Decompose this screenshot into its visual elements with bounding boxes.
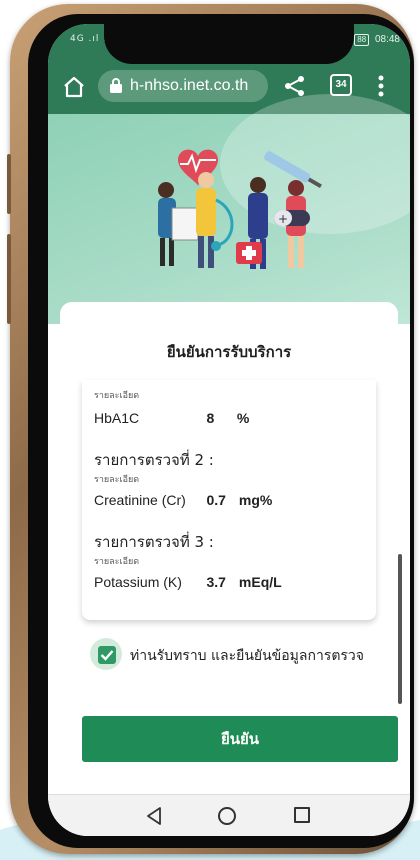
android-nav-bar [48,794,410,836]
service-confirmation-card: ยืนยันการรับบริการ รายละเอียด HbA1C 8 % … [60,302,398,812]
test-row-potassium: Potassium (K) 3.7 mEq/L [94,574,282,591]
test-value: 0.7 [206,492,226,508]
volume-button-2 [7,234,11,324]
detail-label: รายละเอียด [94,391,140,401]
consent-label: ท่านรับทราบ และยืนยันข้อมูลการตรวจ [130,648,365,664]
test-details-panel[interactable]: รายละเอียด HbA1C 8 % รายการตรวจที่ 2 : ร… [82,380,376,620]
svg-text:+: + [278,212,288,226]
checkmark-icon [100,650,114,661]
confirm-button[interactable]: ยืนยัน [82,716,398,762]
camera-notch [104,24,354,64]
overflow-menu-icon[interactable] [378,74,384,98]
home-icon[interactable] [62,75,86,99]
test-value: 8 [206,410,215,426]
volume-button [7,154,11,214]
test-value: 3.7 [206,574,226,590]
test-heading-3: รายการตรวจที่ 3 : [94,533,214,551]
page-scrollbar[interactable] [398,554,402,704]
test-name: HbA1C [94,410,140,426]
consent-row[interactable]: ท่านรับทราบ และยืนยันข้อมูลการตรวจ [90,632,390,676]
back-icon[interactable] [146,807,162,825]
test-unit: mg% [238,492,273,508]
phone-screen: 4G .ıl .ıl ᛒ 88 08:48 h-nhso.inet.co.th … [48,24,410,836]
detail-label: รายละเอียด [94,475,140,485]
home-nav-icon[interactable] [218,807,236,825]
test-name: Creatinine (Cr) [94,492,186,508]
url-bar[interactable]: h-nhso.inet.co.th [98,70,268,102]
hero-banner: + [48,94,410,324]
test-unit: mEq/L [238,574,282,590]
test-name: Potassium (K) [94,574,182,590]
test-row-hba1c: HbA1C 8 % [94,410,249,427]
detail-label: รายละเอียด [94,557,140,567]
battery-icon: 88 [354,34,370,46]
recent-apps-icon[interactable] [294,807,310,823]
consent-checkbox[interactable] [90,638,122,670]
clock: 08:48 [374,34,400,45]
checkbox-box [98,646,116,664]
test-row-creatinine: Creatinine (Cr) 0.7 mg% [94,492,272,509]
test-heading-2: รายการตรวจที่ 2 : [94,451,214,469]
share-icon[interactable] [284,75,306,97]
lock-icon [110,78,122,93]
test-unit: % [236,410,250,426]
tab-switcher-button[interactable]: 34 [330,74,352,96]
medical-team-illustration: + [158,149,322,269]
card-title: ยืนยันการรับบริการ [166,343,292,361]
url-text: h-nhso.inet.co.th [130,77,249,94]
